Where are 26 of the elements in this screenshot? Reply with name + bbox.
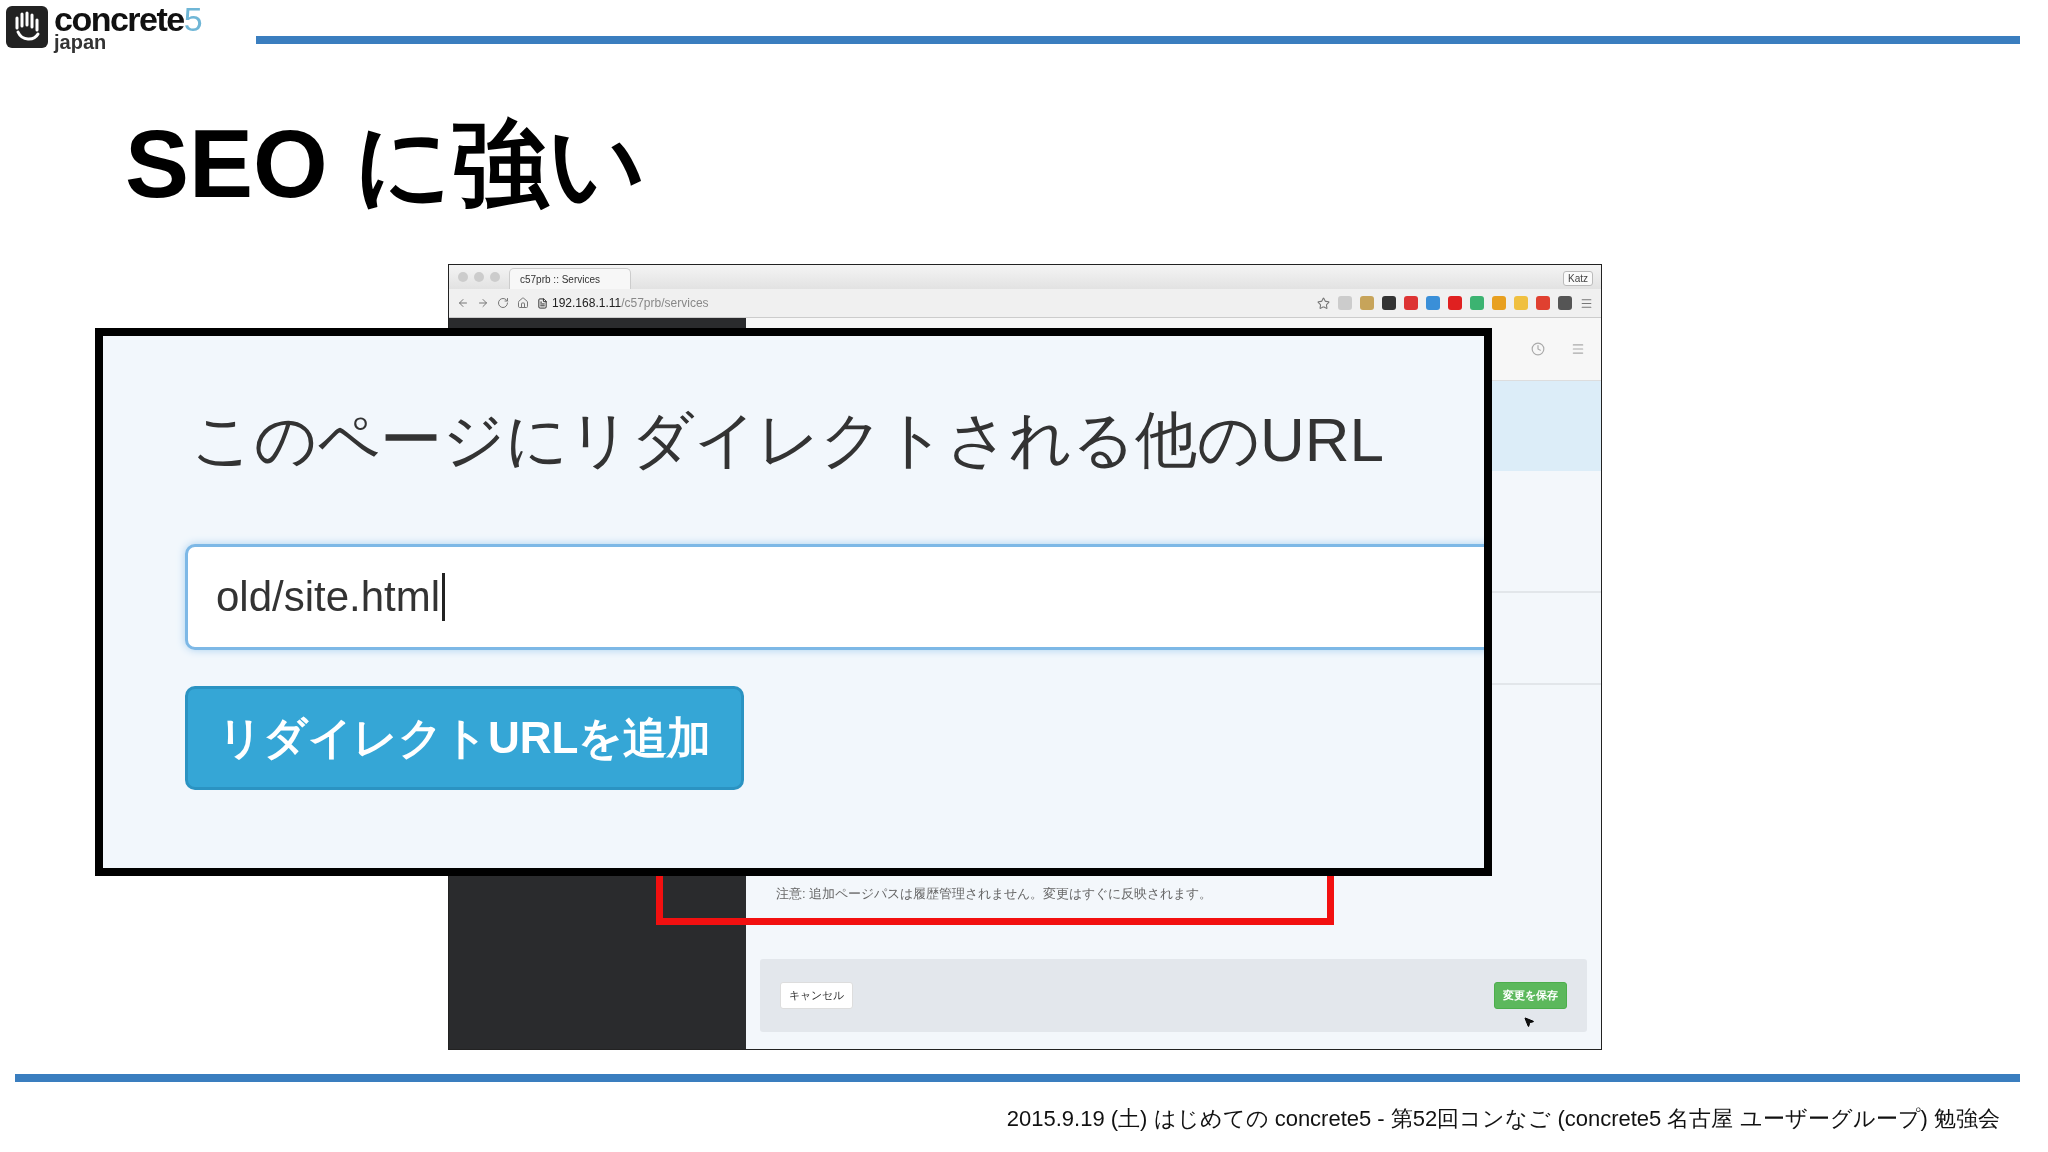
url-input-field[interactable]: old/site.html (185, 544, 1484, 650)
cursor-icon (1523, 1016, 1535, 1028)
menu-icon[interactable] (1580, 296, 1593, 310)
clock-icon[interactable] (1531, 342, 1545, 356)
forward-icon[interactable] (477, 297, 489, 309)
extension-icon[interactable] (1536, 296, 1550, 310)
hand-logo-icon (6, 6, 48, 48)
extension-icon[interactable] (1404, 296, 1418, 310)
extension-icon[interactable] (1558, 296, 1572, 310)
back-icon[interactable] (457, 297, 469, 309)
slide-title: SEO に強い (125, 116, 648, 219)
extension-icon[interactable] (1382, 296, 1396, 310)
footer-text: 2015.9.19 (土) はじめての concrete5 - 第52回コンなご (concrete5 名古屋 ユーザーグループ) 勉強会 (1005, 1105, 2000, 1133)
extension-icon[interactable] (1426, 296, 1440, 310)
profile-button[interactable]: Katz (1563, 271, 1593, 286)
home-icon[interactable] (517, 297, 529, 309)
menu-icon[interactable] (1571, 342, 1585, 356)
extension-icon[interactable] (1448, 296, 1462, 310)
field-heading: このページにリダイレクトされる他のURL (191, 404, 1386, 476)
note-text: 注意: 追加ページパスは履歴管理されません。変更はすぐに反映されます。 (775, 885, 1214, 903)
bookmark-star-icon[interactable] (1317, 296, 1330, 310)
reload-icon[interactable] (497, 297, 509, 309)
browser-tab[interactable]: c57prb :: Services (509, 268, 632, 289)
cancel-button[interactable]: キャンセル (780, 982, 853, 1009)
logo-subtitle: japan (54, 32, 108, 52)
window-controls-icon (457, 271, 501, 283)
